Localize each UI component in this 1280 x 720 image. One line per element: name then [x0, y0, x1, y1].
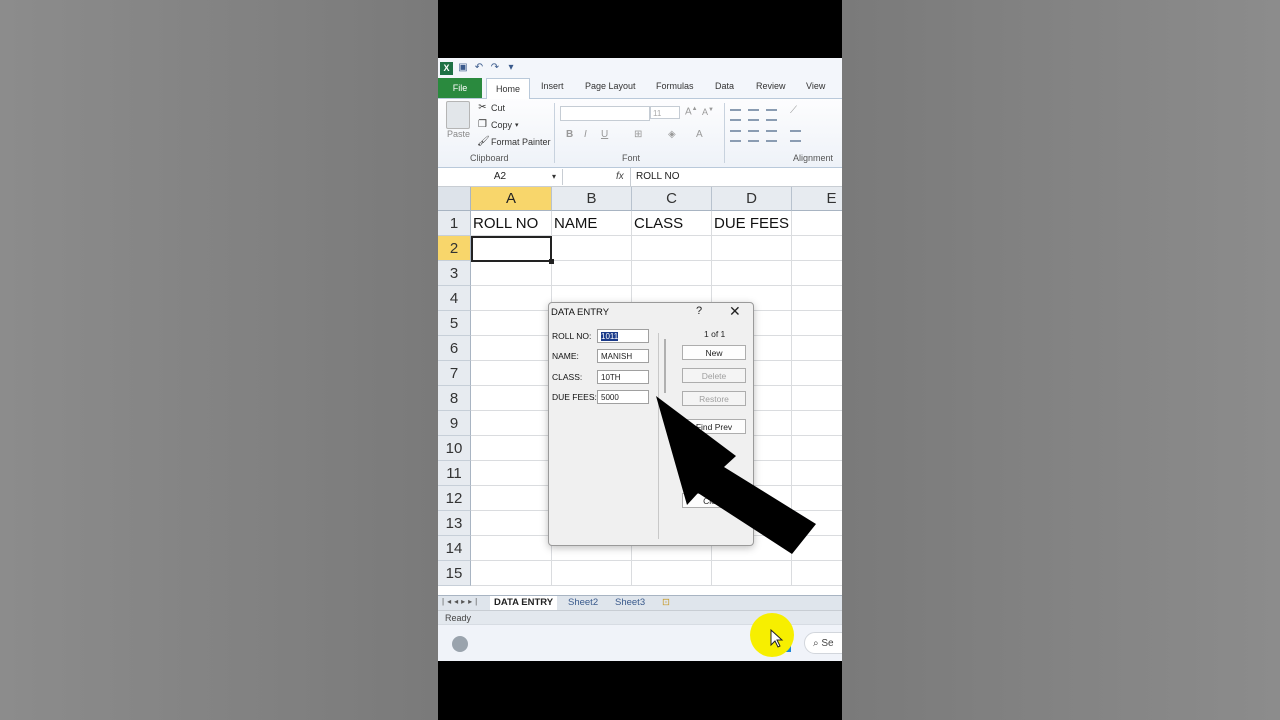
background-right [842, 0, 1280, 720]
mouse-cursor-icon [770, 629, 784, 648]
annotation-arrow [656, 396, 816, 554]
background-left [0, 0, 438, 720]
excel-window: X ▣ ↶ ↷ ▾ File Home Insert Page Layout F… [438, 58, 842, 661]
video-frame: X ▣ ↶ ↷ ▾ File Home Insert Page Layout F… [438, 0, 842, 720]
